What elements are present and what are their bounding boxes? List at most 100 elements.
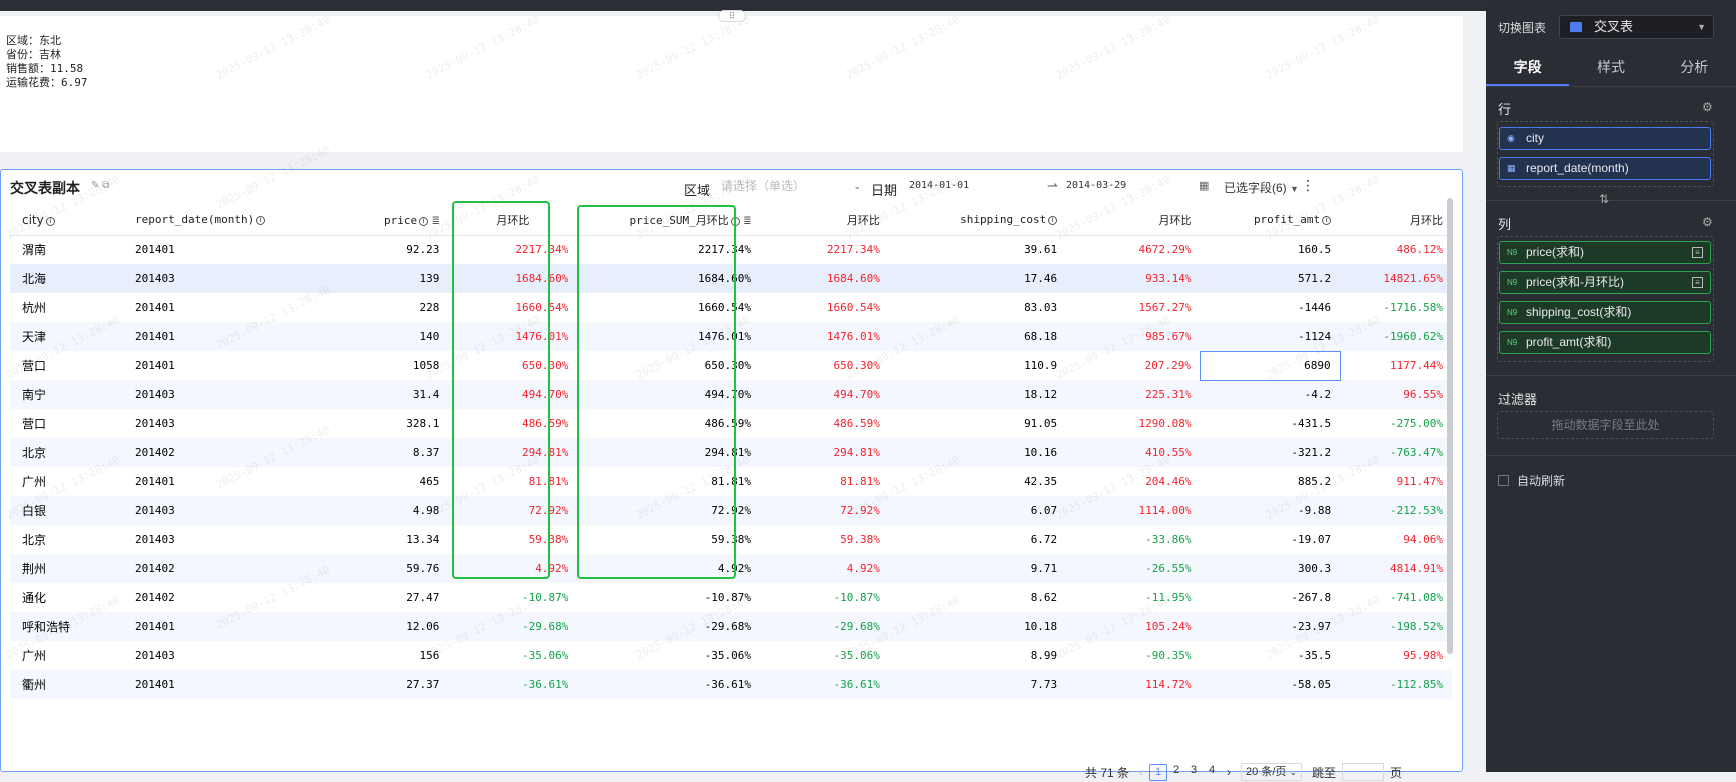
table-cell[interactable]: 1114.00% [1066,496,1201,525]
table-cell[interactable]: -212.53% [1340,496,1452,525]
table-cell[interactable]: 北京 [10,438,127,467]
table-row[interactable]: 北海 201403 139 1684.60% 1684.60% 1684.60% 17.46… [10,264,1452,293]
info-icon[interactable]: i [419,216,429,226]
table-cell[interactable]: -4.2 [1200,380,1341,409]
info-icon[interactable]: i [256,216,266,226]
gear-icon[interactable]: ⚙ [1702,100,1713,114]
table-cell[interactable]: -35.06% [448,641,577,670]
table-cell[interactable]: 207.29% [1066,351,1200,380]
table-row[interactable]: 通化 201402 27.47 -10.87% -10.87% -10.87% 8.62 -1… [10,583,1452,612]
col-field-price-mom[interactable]: N9 price(求和-月环比) ≡ [1499,271,1711,294]
table-cell[interactable]: 201401 [126,293,336,322]
table-cell[interactable]: -9.88 [1200,496,1341,525]
table-cell[interactable]: 96.55% [1340,380,1452,409]
table-cell[interactable]: 201401 [126,235,336,264]
table-cell[interactable]: 1177.44% [1340,351,1452,380]
table-cell[interactable]: 201401 [126,612,336,641]
table-cell[interactable]: 1567.27% [1066,293,1200,322]
table-cell[interactable]: -19.07 [1201,525,1341,554]
table-cell[interactable]: 1058 [336,351,449,380]
table-cell[interactable]: -1124 [1200,322,1341,351]
table-cell[interactable]: 13.34 [336,525,449,554]
table-cell[interactable]: -198.52% [1340,612,1452,641]
table-cell[interactable]: 92.23 [336,235,449,264]
table-cell[interactable]: -1960.62% [1340,322,1452,351]
table-cell[interactable]: 72.92% [759,496,889,525]
table-cell[interactable]: -29.68% [448,612,578,641]
table-row[interactable]: 白银 201403 4.98 72.92% 72.92% 72.92% 6.07 1114.0… [10,496,1452,525]
checkbox-icon[interactable] [1498,475,1509,486]
table-row[interactable]: 杭州 201401 228 1660.54% 1660.54% 1660.54% 83.03… [10,293,1452,322]
col-field-profit-amt[interactable]: N9 profit_amt(求和) [1499,331,1711,354]
table-cell[interactable]: -29.68% [577,612,760,641]
column-header-mom-3[interactable]: 月环比 [1066,205,1201,236]
table-cell[interactable]: -1446 [1201,293,1341,322]
table-cell[interactable]: 72.92% [448,496,578,525]
edit-icon[interactable]: ✎ ⧉ [91,180,109,191]
next-page-icon[interactable]: › [1227,765,1231,779]
info-icon[interactable]: i [45,216,55,226]
table-cell[interactable]: 1684.60% [759,264,889,293]
table-cell[interactable]: 328.1 [336,409,449,438]
column-header-profit-amt[interactable]: profit_amt i [1200,205,1341,236]
table-cell[interactable]: 18.12 [888,380,1067,409]
table-cell[interactable]: 1476.01% [759,322,889,351]
table-cell[interactable]: 衢州 [10,670,127,699]
table-cell[interactable]: 201403 [126,525,336,554]
table-cell[interactable]: -58.05 [1200,670,1341,699]
table-cell[interactable]: 201401 [126,322,336,351]
table-cell[interactable]: 201402 [126,583,336,612]
table-row[interactable]: 天津 201401 140 1476.01% 1476.01% 1476.01% 68.18… [10,322,1452,351]
table-cell[interactable]: 94.06% [1340,525,1452,554]
table-cell[interactable]: 7.73 [888,670,1067,699]
table-cell[interactable]: 6890 [1200,350,1341,381]
drag-handle-icon[interactable]: ⠿ [718,10,746,22]
row-field-report-date[interactable]: ▦ report_date(month) [1499,157,1711,180]
filter-dropzone[interactable]: 拖动数据字段至此处 [1497,411,1714,439]
table-cell[interactable]: 杭州 [10,293,126,322]
table-cell[interactable]: 1660.54% [760,293,889,322]
table-cell[interactable]: 95.98% [1340,641,1452,670]
table-cell[interactable]: 72.92% [577,496,760,525]
table-cell[interactable]: 91.05 [889,409,1066,438]
table-cell[interactable]: 42.35 [889,467,1066,496]
table-cell[interactable]: 4.92% [577,554,760,583]
tab-analysis[interactable]: 分析 [1653,49,1736,86]
table-cell[interactable]: 494.70% [448,380,578,409]
table-cell[interactable]: -11.95% [1066,583,1200,612]
table-cell[interactable]: 201401 [126,670,336,699]
table-cell[interactable]: 650.30% [448,351,577,380]
table-cell[interactable]: 81.81% [577,467,760,496]
table-row[interactable]: 北京 201402 8.37 294.81% 294.81% 294.81% 10.16 41… [10,438,1452,467]
table-cell[interactable]: 通化 [10,583,126,612]
table-cell[interactable]: 300.3 [1200,554,1341,583]
table-cell[interactable]: 白银 [10,496,127,525]
table-row[interactable]: 北京 201403 13.34 59.38% 59.38% 59.38% 6.72 -33.8… [10,525,1452,554]
table-cell[interactable]: -36.61% [448,670,578,699]
table-row[interactable]: 营口 201401 1058 650.30% 650.30% 650.30% 110.9 20… [10,350,1452,381]
page-size-select[interactable]: 20 条/页 ⌄ [1241,763,1302,781]
table-cell[interactable]: 营口 [10,351,126,380]
table-cell[interactable]: 201403 [126,409,336,438]
table-cell[interactable]: 59.76 [335,554,449,583]
table-cell[interactable]: 410.55% [1066,438,1201,467]
table-cell[interactable]: -23.97 [1200,612,1341,641]
table-cell[interactable]: 8.37 [335,438,449,467]
table-cell[interactable]: -763.47% [1340,438,1452,467]
table-cell[interactable]: 31.4 [335,380,449,409]
table-cell[interactable]: 68.18 [888,322,1067,351]
page-button[interactable]: 4 [1203,764,1221,781]
table-cell[interactable]: 1290.08% [1066,409,1200,438]
row-field-city[interactable]: ◉ city [1499,127,1711,150]
table-cell[interactable]: 27.37 [335,670,449,699]
table-row[interactable]: 呼和浩特 201401 12.06 -29.68% -29.68% -29.68% 10.1… [10,612,1452,641]
gear-icon[interactable]: ⚙ [1702,215,1713,229]
chosen-fields-button[interactable]: 已选字段(6) ▼ [1224,179,1299,196]
table-cell[interactable]: 6.07 [888,496,1067,525]
table-cell[interactable]: 201403 [126,380,336,409]
col-field-shipping-cost[interactable]: N9 shipping_cost(求和) [1499,301,1711,324]
table-cell[interactable]: 201403 [126,264,336,293]
column-header-report-date[interactable]: report_date(month) i [126,205,336,236]
table-cell[interactable]: 营口 [10,409,126,438]
table-row[interactable]: 营口 201403 328.1 486.59% 486.59% 486.59% 91.05 1… [10,409,1452,438]
